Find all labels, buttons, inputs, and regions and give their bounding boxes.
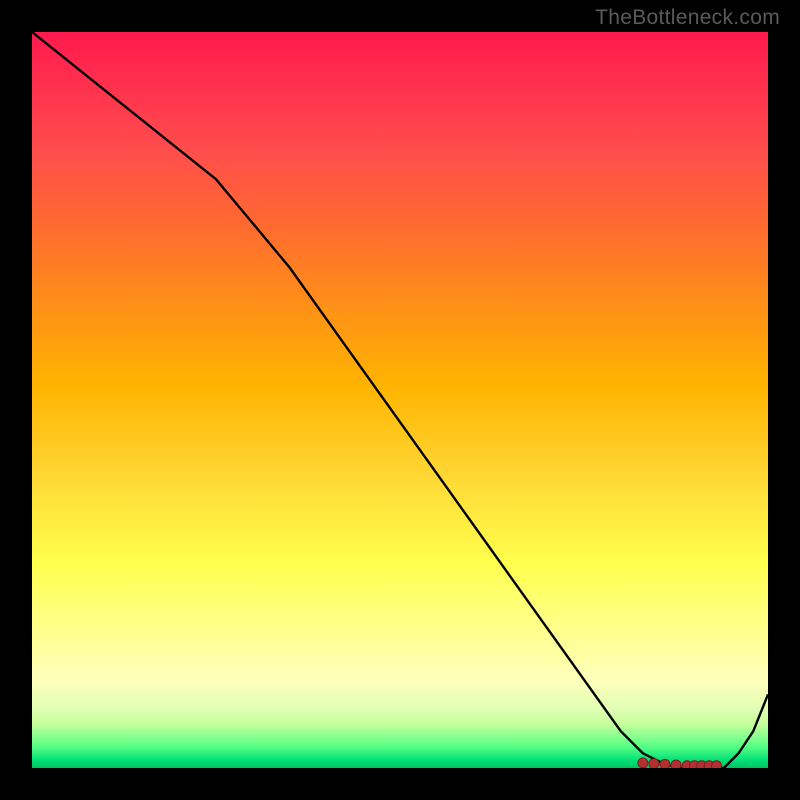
bottleneck-curve	[32, 32, 768, 768]
optimal-marker	[660, 759, 670, 768]
optimal-marker	[711, 761, 721, 768]
optimal-markers	[638, 758, 722, 768]
optimal-marker	[671, 760, 681, 768]
optimal-marker	[649, 759, 659, 768]
curve-line	[32, 32, 768, 768]
watermark-text: TheBottleneck.com	[595, 6, 780, 30]
chart-container: TheBottleneck.com	[0, 0, 800, 800]
optimal-marker	[638, 758, 648, 768]
